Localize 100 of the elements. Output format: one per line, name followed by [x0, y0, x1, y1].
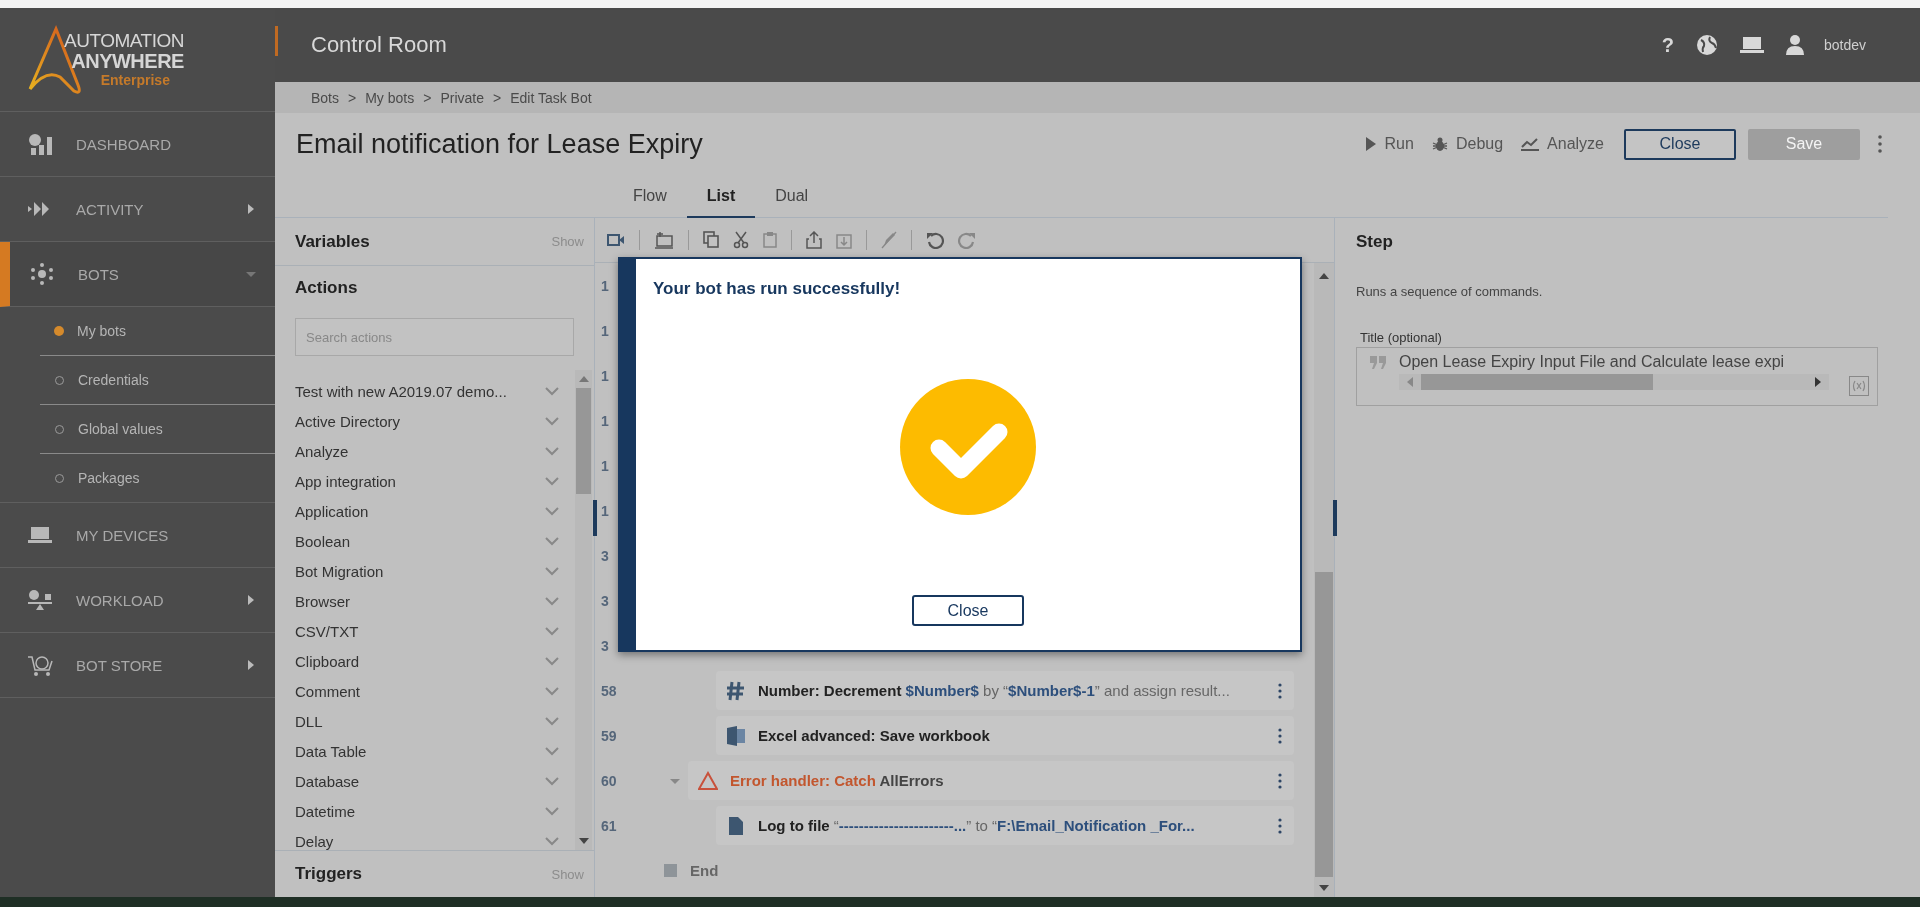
- nav-item[interactable]: MY DEVICES: [0, 503, 275, 568]
- nav-item[interactable]: BOT STORE: [0, 633, 275, 698]
- action-category[interactable]: Comment: [295, 682, 361, 700]
- video-camera-icon[interactable]: [607, 231, 625, 249]
- view-tab[interactable]: List: [686, 175, 756, 218]
- action-category[interactable]: Data Table: [295, 742, 367, 760]
- action-category[interactable]: Clipboard: [295, 652, 360, 670]
- chevron-down-icon[interactable]: [545, 446, 559, 456]
- more-icon[interactable]: [1278, 817, 1282, 834]
- action-category[interactable]: CSV/TXT: [295, 622, 359, 640]
- pen-slash-icon[interactable]: [881, 231, 897, 249]
- laptop-icon[interactable]: [1739, 36, 1764, 54]
- nav-item[interactable]: WORKLOAD: [0, 568, 275, 633]
- more-icon[interactable]: [1278, 727, 1282, 744]
- help-button[interactable]: ?: [1661, 33, 1674, 57]
- chart-line-icon: [1521, 137, 1540, 151]
- action-category[interactable]: App integration: [295, 472, 396, 490]
- action-step[interactable]: Error handler: Catch AllErrors: [688, 761, 1294, 800]
- nav-item[interactable]: BOTS: [0, 242, 275, 307]
- download-icon[interactable]: [836, 231, 852, 249]
- nav-subitem[interactable]: Credentials: [40, 356, 275, 405]
- scroll-down-icon[interactable]: [578, 838, 589, 844]
- nav-item[interactable]: DASHBOARD: [0, 112, 275, 177]
- redo-icon[interactable]: [958, 231, 976, 249]
- scroll-down-icon[interactable]: [1319, 885, 1329, 891]
- chevron-down-icon[interactable]: [545, 716, 559, 726]
- action-category[interactable]: Application: [295, 502, 369, 520]
- chevron-down-icon[interactable]: [545, 656, 559, 666]
- view-tab[interactable]: Flow: [613, 175, 687, 218]
- chevron-down-icon[interactable]: [545, 746, 559, 756]
- scroll-right-icon[interactable]: [1815, 377, 1821, 387]
- close-button[interactable]: Close: [1624, 128, 1736, 160]
- action-category[interactable]: Boolean: [295, 532, 351, 550]
- chevron-down-icon[interactable]: [545, 776, 559, 786]
- action-category[interactable]: Database: [295, 772, 360, 790]
- action-category[interactable]: Delay: [295, 832, 334, 850]
- action-category[interactable]: Active Directory: [295, 412, 401, 430]
- breadcrumb-link[interactable]: My bots: [365, 89, 415, 106]
- action-category[interactable]: DLL: [295, 712, 323, 730]
- close-button[interactable]: Close: [912, 595, 1024, 626]
- chevron-down-icon[interactable]: [545, 836, 559, 846]
- breadcrumb-link[interactable]: Private: [440, 89, 484, 106]
- search-field[interactable]: Search actions: [295, 318, 574, 356]
- app-title: Control Room: [311, 32, 448, 58]
- chevron-down-icon[interactable]: [545, 506, 559, 516]
- scrollbar[interactable]: [1399, 374, 1829, 390]
- scroll-left-icon[interactable]: [1407, 377, 1413, 387]
- toolbar-button[interactable]: Run: [1358, 131, 1420, 157]
- breadcrumb-link[interactable]: Bots: [311, 89, 339, 106]
- upload-icon[interactable]: [806, 231, 822, 249]
- clipboard-icon[interactable]: [763, 231, 777, 249]
- scroll-thumb[interactable]: [1315, 572, 1333, 877]
- nav-subitem[interactable]: My bots: [40, 307, 275, 356]
- action-category[interactable]: Datetime: [295, 802, 356, 820]
- copy-icon[interactable]: [703, 231, 719, 249]
- chevron-down-icon[interactable]: [545, 566, 559, 576]
- user-icon[interactable]: [1785, 35, 1804, 55]
- resize-handle[interactable]: [593, 500, 597, 536]
- more-icon[interactable]: [1278, 682, 1282, 699]
- dashboard-icon: [27, 133, 53, 155]
- chevron-down-icon[interactable]: [545, 386, 559, 396]
- chevron-down-icon[interactable]: [545, 626, 559, 636]
- chevron-down-icon[interactable]: [545, 476, 559, 486]
- variable-icon[interactable]: [1849, 376, 1869, 396]
- action-category[interactable]: Bot Migration: [295, 562, 384, 580]
- action-step[interactable]: Log to file “-----------------------...” to “F:\Email_Notification _For...: [716, 806, 1294, 845]
- line-number: 3: [600, 592, 610, 609]
- scroll-thumb[interactable]: [1421, 374, 1653, 390]
- action-category[interactable]: Analyze: [295, 442, 349, 460]
- chevron-down-icon[interactable]: [545, 806, 559, 816]
- scrollbar[interactable]: [1314, 263, 1334, 897]
- chevron-down-icon[interactable]: [545, 536, 559, 546]
- line-number: 1: [600, 367, 610, 384]
- nav-subitem[interactable]: Global values: [40, 405, 275, 454]
- line-number: 1: [600, 457, 610, 474]
- toolbar-button[interactable]: Analyze: [1515, 131, 1610, 157]
- action-step[interactable]: Excel advanced: Save workbook: [716, 716, 1294, 755]
- more-icon[interactable]: [1278, 772, 1282, 789]
- nav-subitem[interactable]: Packages: [0, 454, 275, 503]
- view-tab[interactable]: Dual: [755, 175, 829, 218]
- chevron-down-icon[interactable]: [545, 686, 559, 696]
- scissors-icon[interactable]: [733, 231, 749, 249]
- title-field[interactable]: Open Lease Expiry Input File and Calculate lease expi: [1356, 347, 1878, 406]
- scroll-thumb[interactable]: [576, 388, 591, 494]
- screen-capture-icon[interactable]: [654, 231, 674, 249]
- toolbar-button[interactable]: Debug: [1425, 131, 1510, 157]
- user-name[interactable]: botdev: [1823, 37, 1866, 53]
- scroll-up-icon[interactable]: [578, 376, 589, 382]
- more-icon[interactable]: [1878, 135, 1882, 153]
- globe-icon[interactable]: [1695, 34, 1718, 56]
- scrollbar[interactable]: [575, 370, 592, 850]
- action-category[interactable]: Browser: [295, 592, 350, 610]
- scroll-up-icon[interactable]: [1319, 273, 1329, 279]
- line-number: 59: [600, 727, 618, 744]
- chevron-down-icon[interactable]: [545, 596, 559, 606]
- resize-handle[interactable]: [1333, 500, 1337, 536]
- chevron-down-icon[interactable]: [545, 416, 559, 426]
- action-category[interactable]: Test with new A2019.07 demo...: [295, 382, 507, 400]
- action-step[interactable]: Number: Decrement $Number$ by “$Number$-1” and assign result...: [716, 671, 1294, 710]
- undo-icon[interactable]: [926, 231, 944, 249]
